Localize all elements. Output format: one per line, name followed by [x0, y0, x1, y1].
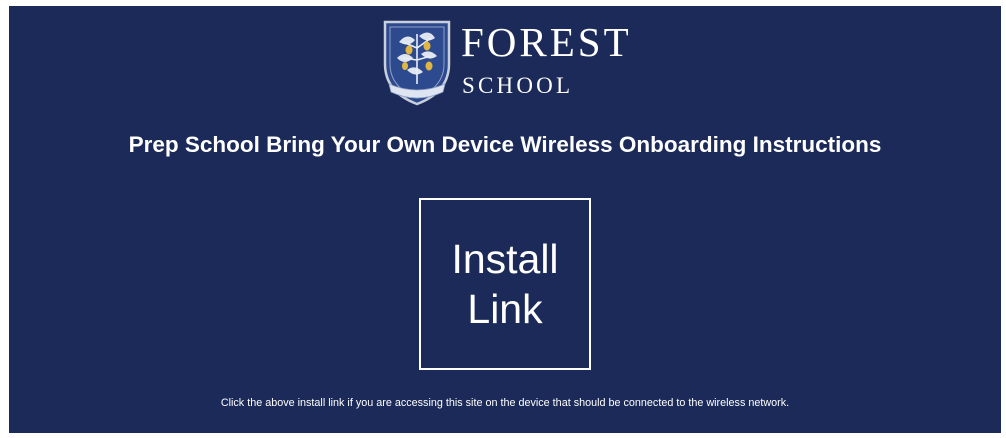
logo-wordmark-school: SCHOOL [462, 73, 574, 98]
install-link-button[interactable]: Install Link [419, 198, 591, 370]
install-link-label: Install Link [451, 235, 559, 332]
school-crest-icon [383, 20, 451, 106]
forest-school-logo: FOREST SCHOOL [379, 14, 639, 106]
onboarding-page: FOREST SCHOOL Prep School Bring Your Own… [9, 6, 1001, 433]
instruction-text: Click the above install link if you are … [220, 397, 790, 409]
logo-wordmark-forest: FOREST [461, 19, 632, 65]
page-title: Prep School Bring Your Own Device Wirele… [128, 132, 882, 157]
